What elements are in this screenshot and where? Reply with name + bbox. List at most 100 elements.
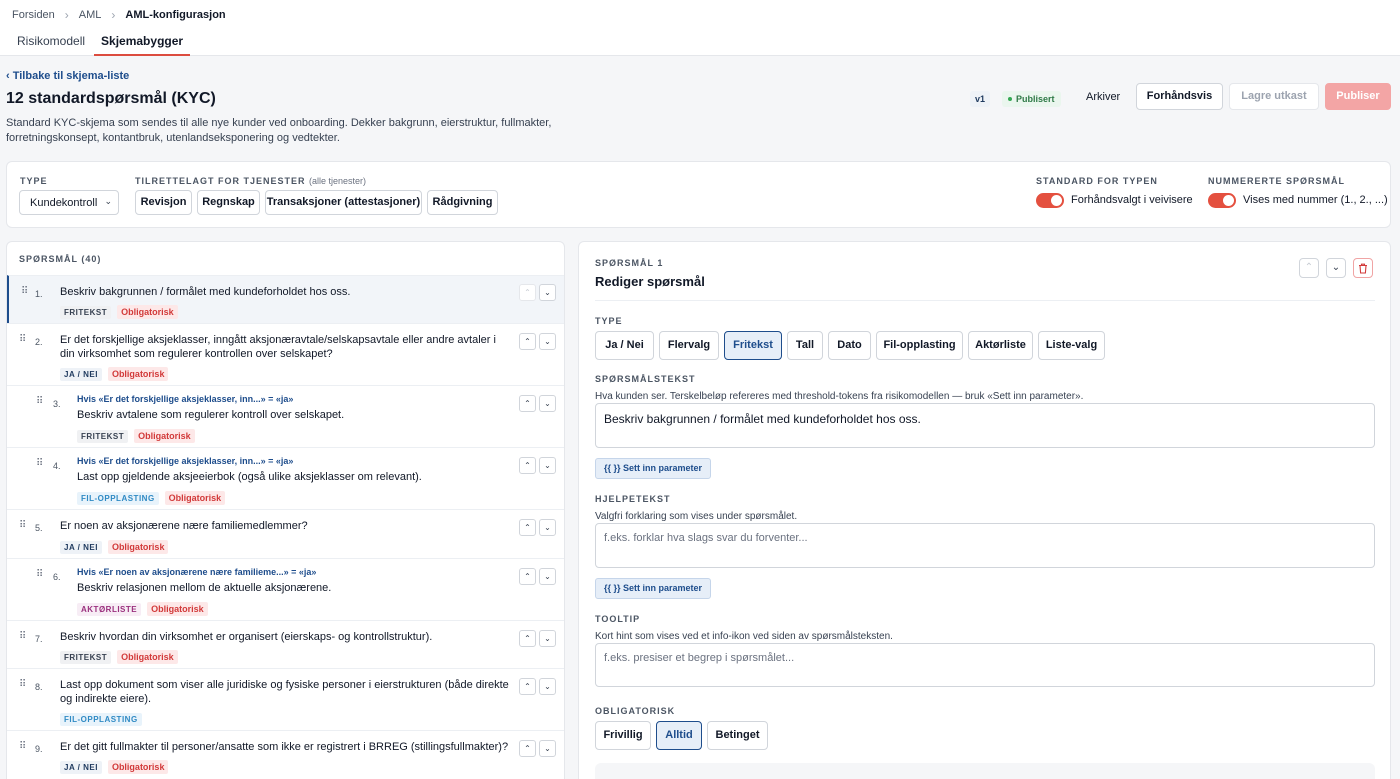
type-option-fritekst[interactable]: Fritekst: [724, 331, 782, 360]
required-label: OBLIGATORISK: [595, 706, 676, 716]
question-item-1[interactable]: ⠿ 1. Beskriv bakgrunnen / formålet med k…: [7, 275, 564, 323]
service-chip-transaksjoner[interactable]: Transaksjoner (attestasjoner): [265, 190, 422, 215]
move-down-button[interactable]: ⌄: [539, 740, 556, 757]
type-tag: FRITEKST: [77, 430, 129, 443]
question-item-6[interactable]: ⠿ 6. Hvis «Er noen av aksjonærene nære f…: [7, 558, 564, 620]
publish-button[interactable]: Publiser: [1325, 83, 1391, 110]
type-select[interactable]: Kundekontroll ⌄: [19, 190, 119, 215]
question-text-field[interactable]: Beskriv bakgrunnen / formålet med kundef…: [595, 403, 1375, 448]
question-tags: JA / NEI Obligatorisk: [60, 537, 174, 555]
tab-bar: Risikomodell Skjemabygger: [0, 30, 199, 56]
question-number: 3.: [53, 399, 61, 409]
breadcrumb-current: AML-konfigurasjon: [125, 9, 226, 21]
status-dot-icon: [1008, 97, 1012, 101]
move-up-button[interactable]: ⌃: [519, 740, 536, 757]
question-tags: FIL-OPPLASTING: [60, 709, 148, 727]
type-option-dato[interactable]: Dato: [828, 331, 871, 360]
standard-toggle[interactable]: [1036, 193, 1064, 208]
required-option-betinget[interactable]: Betinget: [707, 721, 768, 750]
drag-handle-icon[interactable]: ⠿: [19, 741, 26, 752]
move-up-button[interactable]: ⌃: [519, 457, 536, 474]
move-up-button[interactable]: ⌃: [519, 678, 536, 695]
condition-label: Hvis «Er det forskjellige aksjeklasser, …: [77, 394, 294, 404]
move-down-button[interactable]: ⌄: [1326, 258, 1346, 278]
move-up-button[interactable]: ⌃: [519, 519, 536, 536]
question-item-9[interactable]: ⠿ 9. Er det gitt fullmakter til personer…: [7, 730, 564, 779]
insert-parameter-button[interactable]: {{ }} Sett inn parameter: [595, 458, 712, 479]
move-up-button[interactable]: ⌃: [519, 568, 536, 585]
move-up-button[interactable]: ⌃: [1299, 258, 1319, 278]
question-item-8[interactable]: ⠿ 8. Last opp dokument som viser alle ju…: [7, 668, 564, 730]
service-chip-radgivning[interactable]: Rådgivning: [427, 190, 498, 215]
move-down-button[interactable]: ⌄: [539, 284, 556, 301]
move-down-button[interactable]: ⌄: [539, 678, 556, 695]
help-text-field[interactable]: f.eks. forklar hva slags svar du forvent…: [595, 523, 1375, 568]
question-item-3[interactable]: ⠿ 3. Hvis «Er det forskjellige aksjeklas…: [7, 385, 564, 447]
move-down-button[interactable]: ⌄: [539, 568, 556, 585]
breadcrumb: Forsiden › AML › AML-konfigurasjon: [12, 8, 226, 22]
move-down-button[interactable]: ⌄: [539, 519, 556, 536]
move-up-button[interactable]: ⌃: [519, 333, 536, 350]
move-up-button[interactable]: ⌃: [519, 284, 536, 301]
type-option-liste-valg[interactable]: Liste-valg: [1038, 331, 1105, 360]
back-link[interactable]: ‹ Tilbake til skjema-liste: [6, 70, 129, 82]
type-option-fil-opplasting[interactable]: Fil-opplasting: [876, 331, 963, 360]
move-down-button[interactable]: ⌄: [539, 457, 556, 474]
drag-handle-icon[interactable]: ⠿: [36, 396, 43, 407]
service-chip-regnskap[interactable]: Regnskap: [197, 190, 260, 215]
move-down-button[interactable]: ⌄: [539, 395, 556, 412]
preview-button[interactable]: Forhåndsvis: [1136, 83, 1223, 110]
drag-handle-icon[interactable]: ⠿: [19, 334, 26, 345]
insert-parameter-button[interactable]: {{ }} Sett inn parameter: [595, 578, 712, 599]
question-item-4[interactable]: ⠿ 4. Hvis «Er det forskjellige aksjeklas…: [7, 447, 564, 509]
tab-skjemabygger[interactable]: Skjemabygger: [94, 30, 191, 56]
question-tags: JA / NEI Obligatorisk: [60, 364, 174, 382]
question-item-7[interactable]: ⠿ 7. Beskriv hvordan din virksomhet er o…: [7, 620, 564, 668]
required-option-frivillig[interactable]: Frivillig: [595, 721, 651, 750]
type-tag: FRITEKST: [60, 651, 112, 664]
breadcrumb-aml[interactable]: AML: [79, 9, 102, 21]
drag-handle-icon[interactable]: ⠿: [36, 569, 43, 580]
question-item-2[interactable]: ⠿ 2. Er det forskjellige aksjeklasser, i…: [7, 323, 564, 385]
move-up-button[interactable]: ⌃: [519, 395, 536, 412]
delete-button[interactable]: [1353, 258, 1373, 278]
save-draft-button[interactable]: Lagre utkast: [1229, 83, 1319, 110]
drag-handle-icon[interactable]: ⠿: [21, 286, 28, 297]
question-text: Beskriv bakgrunnen / formålet med kundef…: [60, 286, 351, 298]
required-option-alltid[interactable]: Alltid: [656, 721, 702, 750]
drag-handle-icon[interactable]: ⠿: [19, 679, 26, 690]
drag-handle-icon[interactable]: ⠿: [36, 458, 43, 469]
type-option-flervalg[interactable]: Flervalg: [659, 331, 719, 360]
question-text: Last opp gjeldende aksjeeierbok (også ul…: [77, 471, 422, 483]
chevron-right-icon: ›: [111, 8, 116, 22]
type-tag: FIL-OPPLASTING: [60, 713, 142, 726]
tab-risikomodell[interactable]: Risikomodell: [17, 30, 85, 56]
required-tag: Obligatorisk: [107, 760, 169, 774]
standard-text: Forhåndsvalgt i veivisere: [1071, 194, 1193, 206]
type-option-ja-nei[interactable]: Ja / Nei: [595, 331, 654, 360]
divider: [595, 300, 1375, 301]
question-text: Er det gitt fullmakter til personer/ansa…: [60, 741, 509, 753]
question-tags: JA / NEI Obligatorisk: [60, 757, 174, 775]
drag-handle-icon[interactable]: ⠿: [19, 631, 26, 642]
question-tags: AKTØRLISTE Obligatorisk: [77, 599, 214, 617]
tooltip-field[interactable]: f.eks. presiser et begrep i spørsmålet..…: [595, 643, 1375, 687]
breadcrumb-home[interactable]: Forsiden: [12, 9, 55, 21]
type-option-aktorliste[interactable]: Aktørliste: [968, 331, 1033, 360]
chevron-down-icon: ⌄: [104, 196, 112, 206]
drag-handle-icon[interactable]: ⠿: [19, 520, 26, 531]
question-item-5[interactable]: ⠿ 5. Er noen av aksjonærene nære familie…: [7, 509, 564, 558]
question-tags: FIL-OPPLASTING Obligatorisk: [77, 488, 231, 506]
service-chip-revisjon[interactable]: Revisjon: [135, 190, 192, 215]
numbered-toggle[interactable]: [1208, 193, 1236, 208]
move-up-button[interactable]: ⌃: [519, 630, 536, 647]
type-option-tall[interactable]: Tall: [787, 331, 823, 360]
archive-button[interactable]: Arkiver: [1080, 84, 1126, 110]
move-down-button[interactable]: ⌄: [539, 333, 556, 350]
question-text-label: SPØRSMÅLSTEKST: [595, 374, 696, 384]
required-tag: Obligatorisk: [164, 491, 226, 505]
move-down-button[interactable]: ⌄: [539, 630, 556, 647]
question-number: 4.: [53, 461, 61, 471]
required-tag: Obligatorisk: [117, 650, 178, 664]
toggle-knob: [1051, 195, 1062, 206]
